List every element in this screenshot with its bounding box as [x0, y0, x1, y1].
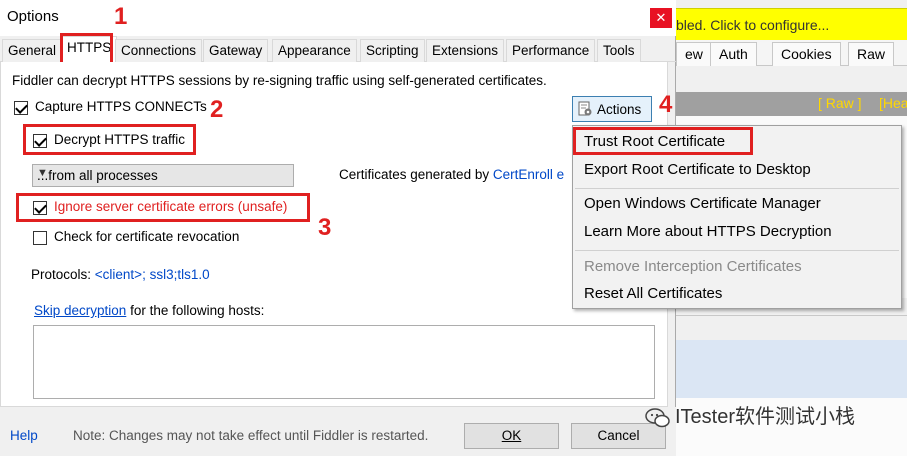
tab-raw[interactable]: Raw: [848, 42, 895, 66]
skip-decryption-row: Skip decryption for the following hosts:: [34, 303, 264, 318]
decrypt-https-checkbox[interactable]: [33, 134, 47, 148]
certs-generated-text: Certificates generated by CertEnroll e: [339, 167, 564, 182]
tab-scripting[interactable]: Scripting: [360, 39, 425, 62]
certenroll-link[interactable]: CertEnroll e: [493, 167, 564, 182]
tab-view[interactable]: ew: [676, 42, 712, 66]
wechat-icon: [645, 407, 670, 427]
dialog-title: Options: [7, 8, 59, 25]
tab-appearance[interactable]: Appearance: [272, 39, 357, 62]
certs-generated-prefix: Certificates generated by: [339, 167, 493, 182]
capture-https-label[interactable]: Capture HTTPS CONNECTs: [35, 99, 207, 114]
decrypt-https-label[interactable]: Decrypt HTTPS traffic: [54, 132, 185, 147]
ignore-errors-checkbox[interactable]: [33, 201, 47, 215]
close-button[interactable]: ✕: [650, 8, 672, 28]
annotation-number-4: 4: [659, 91, 673, 118]
tab-auth[interactable]: Auth: [710, 42, 757, 66]
skip-decryption-link[interactable]: Skip decryption: [34, 303, 126, 318]
help-link[interactable]: Help: [10, 428, 38, 443]
tab-connections[interactable]: Connections: [115, 39, 203, 62]
tab-cookies[interactable]: Cookies: [772, 42, 841, 66]
menu-separator: [575, 188, 899, 189]
annotation-number-2: 2: [210, 96, 224, 123]
annotation-box-https-tab: [60, 33, 113, 65]
tab-extensions[interactable]: Extensions: [426, 39, 505, 62]
menu-separator: [575, 250, 899, 251]
title-bar: Options: [0, 0, 676, 36]
protocols-label: Protocols:: [31, 267, 95, 282]
menu-open-certificate-manager[interactable]: Open Windows Certificate Manager: [584, 195, 821, 212]
menu-reset-all-certificates[interactable]: Reset All Certificates: [584, 285, 722, 302]
inspector-tabs: ew Auth Cookies Raw: [674, 40, 907, 66]
revocation-checkbox[interactable]: [33, 231, 47, 245]
actions-label: Actions: [597, 102, 642, 117]
tab-tools[interactable]: Tools: [597, 39, 641, 62]
configure-banner[interactable]: bled. Click to configure...: [676, 8, 907, 40]
protocols-row: Protocols: <client>; ssl3;tls1.0: [31, 267, 210, 282]
menu-learn-more-https[interactable]: Learn More about HTTPS Decryption: [584, 223, 832, 240]
annotation-box-trust-root: [573, 127, 753, 155]
https-description: Fiddler can decrypt HTTPS sessions by re…: [12, 73, 547, 88]
menu-export-root-certificate[interactable]: Export Root Certificate to Desktop: [584, 161, 811, 178]
annotation-number-3: 3: [318, 214, 332, 241]
skip-hosts-textarea[interactable]: [33, 325, 655, 399]
certificate-gear-icon: [578, 101, 592, 116]
watermark-text: ITester软件测试小栈: [675, 406, 856, 428]
annotation-number-1: 1: [114, 3, 128, 30]
menu-remove-interception-certificates: Remove Interception Certificates: [584, 258, 802, 275]
restart-note: Note: Changes may not take effect until …: [73, 428, 429, 443]
process-filter-dropdown[interactable]: ...from all processes ▼: [32, 164, 294, 187]
dialog-footer: Help Note: Changes may not take effect u…: [0, 407, 676, 456]
chevron-down-icon: ▼: [37, 167, 48, 179]
raw-link[interactable]: [ Raw ]: [818, 95, 862, 111]
watermark: ITester软件测试小栈: [645, 400, 855, 429]
tab-general[interactable]: General: [2, 39, 63, 62]
response-pane: [674, 340, 907, 398]
actions-button[interactable]: Actions: [572, 96, 652, 122]
tab-gateway[interactable]: Gateway: [203, 39, 269, 62]
capture-https-checkbox[interactable]: [14, 101, 28, 115]
ignore-errors-label[interactable]: Ignore server certificate errors (unsafe…: [54, 199, 287, 214]
ok-button[interactable]: OK: [464, 423, 559, 449]
tab-performance[interactable]: Performance: [506, 39, 596, 62]
headers-link[interactable]: [Hea: [879, 95, 907, 111]
raw-bar: [ Raw ] [Hea: [674, 92, 907, 116]
banner-text: bled. Click to configure...: [676, 17, 830, 33]
protocols-link[interactable]: <client>; ssl3;tls1.0: [95, 267, 210, 282]
revocation-label[interactable]: Check for certificate revocation: [54, 229, 239, 244]
skip-decryption-label: for the following hosts:: [126, 303, 265, 318]
